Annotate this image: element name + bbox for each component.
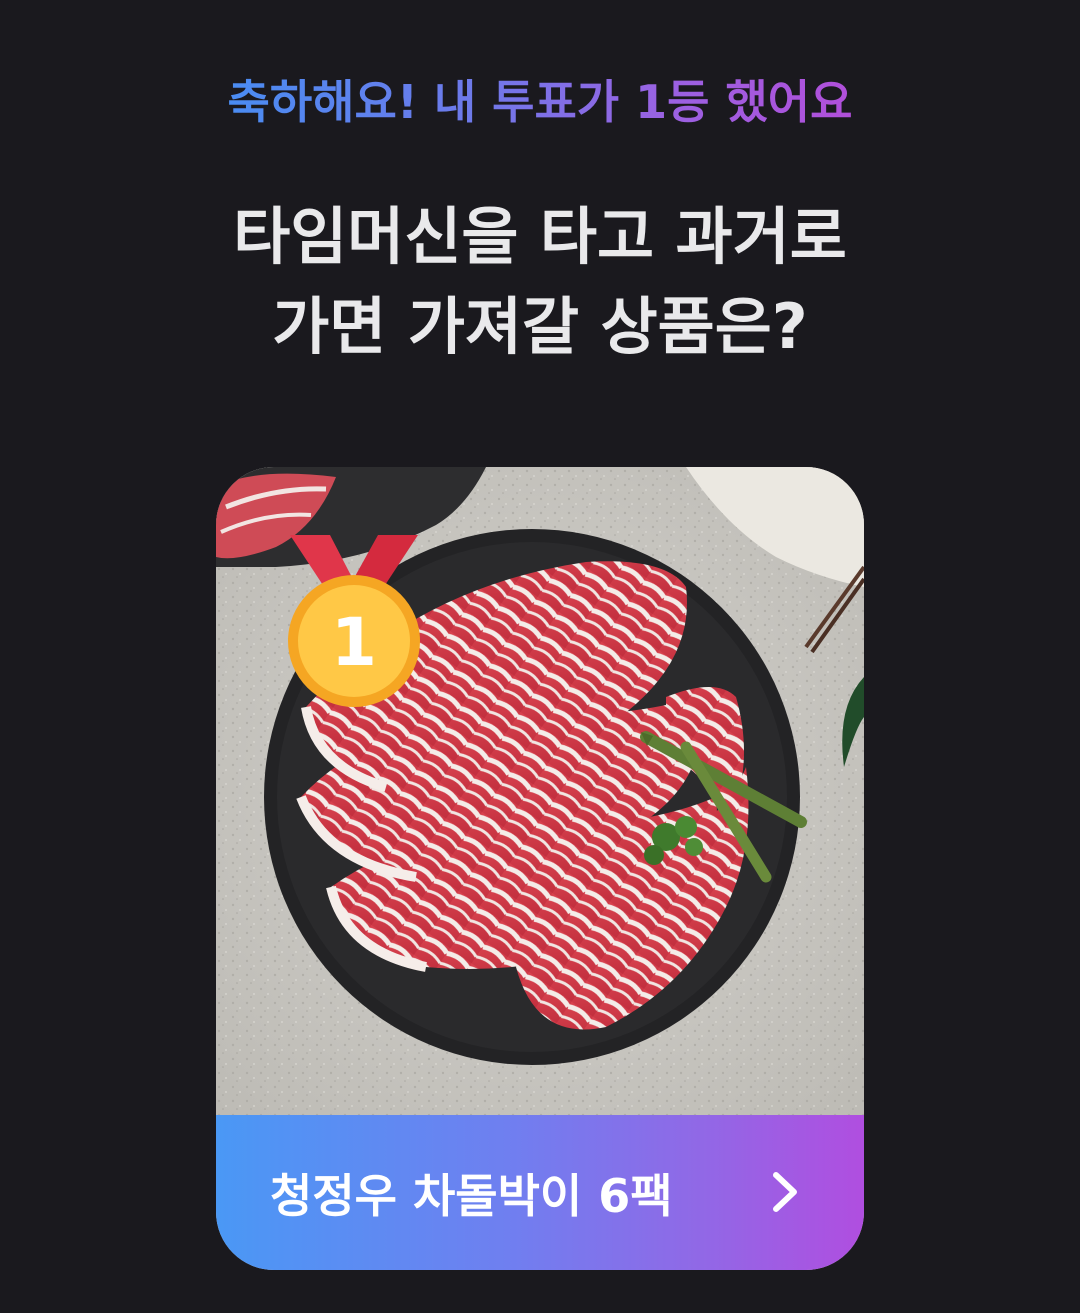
congrats-text: 축하해요! 내 투표가 1등 했어요 [228, 72, 853, 132]
winner-product-card[interactable]: 1 청정우 차돌박이 6팩 [216, 467, 864, 1270]
question-line-2: 가면 가져갈 상품은? [272, 290, 808, 363]
vote-result-screen: 축하해요! 내 투표가 1등 했어요 타임머신을 타고 과거로 가면 가져갈 상… [0, 0, 1080, 1313]
congrats-header: 축하해요! 내 투표가 1등 했어요 [0, 72, 1080, 132]
product-name: 청정우 차돌박이 6팩 [270, 1168, 673, 1223]
product-link-button[interactable]: 청정우 차돌박이 6팩 [216, 1115, 864, 1270]
chevron-right-icon [773, 1172, 797, 1212]
gold-medal-icon: 1 [288, 535, 420, 707]
medal-rank: 1 [331, 604, 377, 681]
question-title: 타임머신을 타고 과거로 가면 가져갈 상품은? [0, 192, 1080, 372]
question-line-1: 타임머신을 타고 과거로 [233, 200, 847, 273]
